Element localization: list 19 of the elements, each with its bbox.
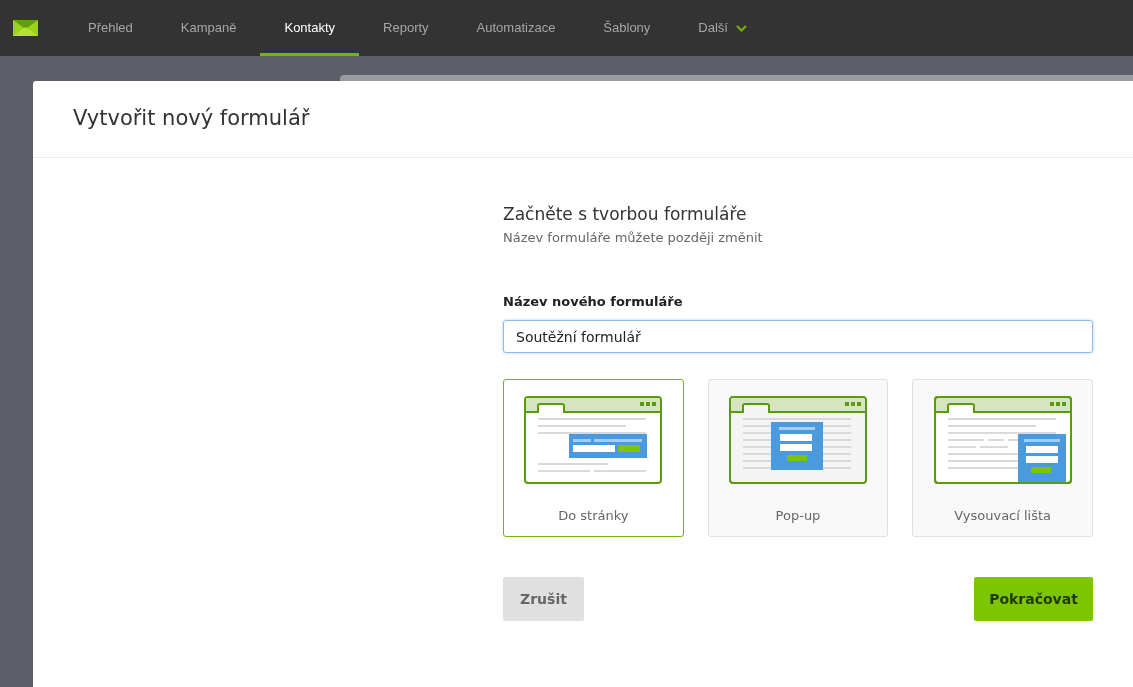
nav-tab[interactable]: Reporty [359, 0, 453, 56]
nav-tab[interactable]: Šablony [579, 0, 675, 56]
cancel-button[interactable]: Zrušit [503, 577, 584, 621]
chevron-down-icon [735, 24, 747, 32]
field-label: Název nového formuláře [503, 292, 684, 311]
form-type-card[interactable]: Do stránky [503, 379, 684, 537]
dialog-title: Vytvořit nový formulář [73, 105, 310, 133]
nav-tab[interactable]: Kontakty [260, 0, 360, 56]
section-heading: Začněte s tvorbou formuláře [503, 203, 748, 226]
nav-tab[interactable]: Automatizace [452, 0, 580, 56]
form-name-field[interactable]: Soutěžní formulář [503, 320, 1093, 353]
section-subheading: Název formuláře můžete později změnit [503, 229, 764, 247]
nav-tab[interactable]: Přehled [64, 0, 157, 56]
more-menu[interactable]: Další [674, 0, 771, 56]
envelope-logo-icon[interactable] [13, 20, 38, 36]
continue-button[interactable]: Pokračovat [974, 577, 1093, 621]
form-type-card[interactable]: Vysouvací lišta [912, 379, 1093, 537]
nav-tab[interactable]: Kampaně [156, 0, 261, 56]
form-type-card[interactable]: Pop-up [707, 379, 889, 537]
